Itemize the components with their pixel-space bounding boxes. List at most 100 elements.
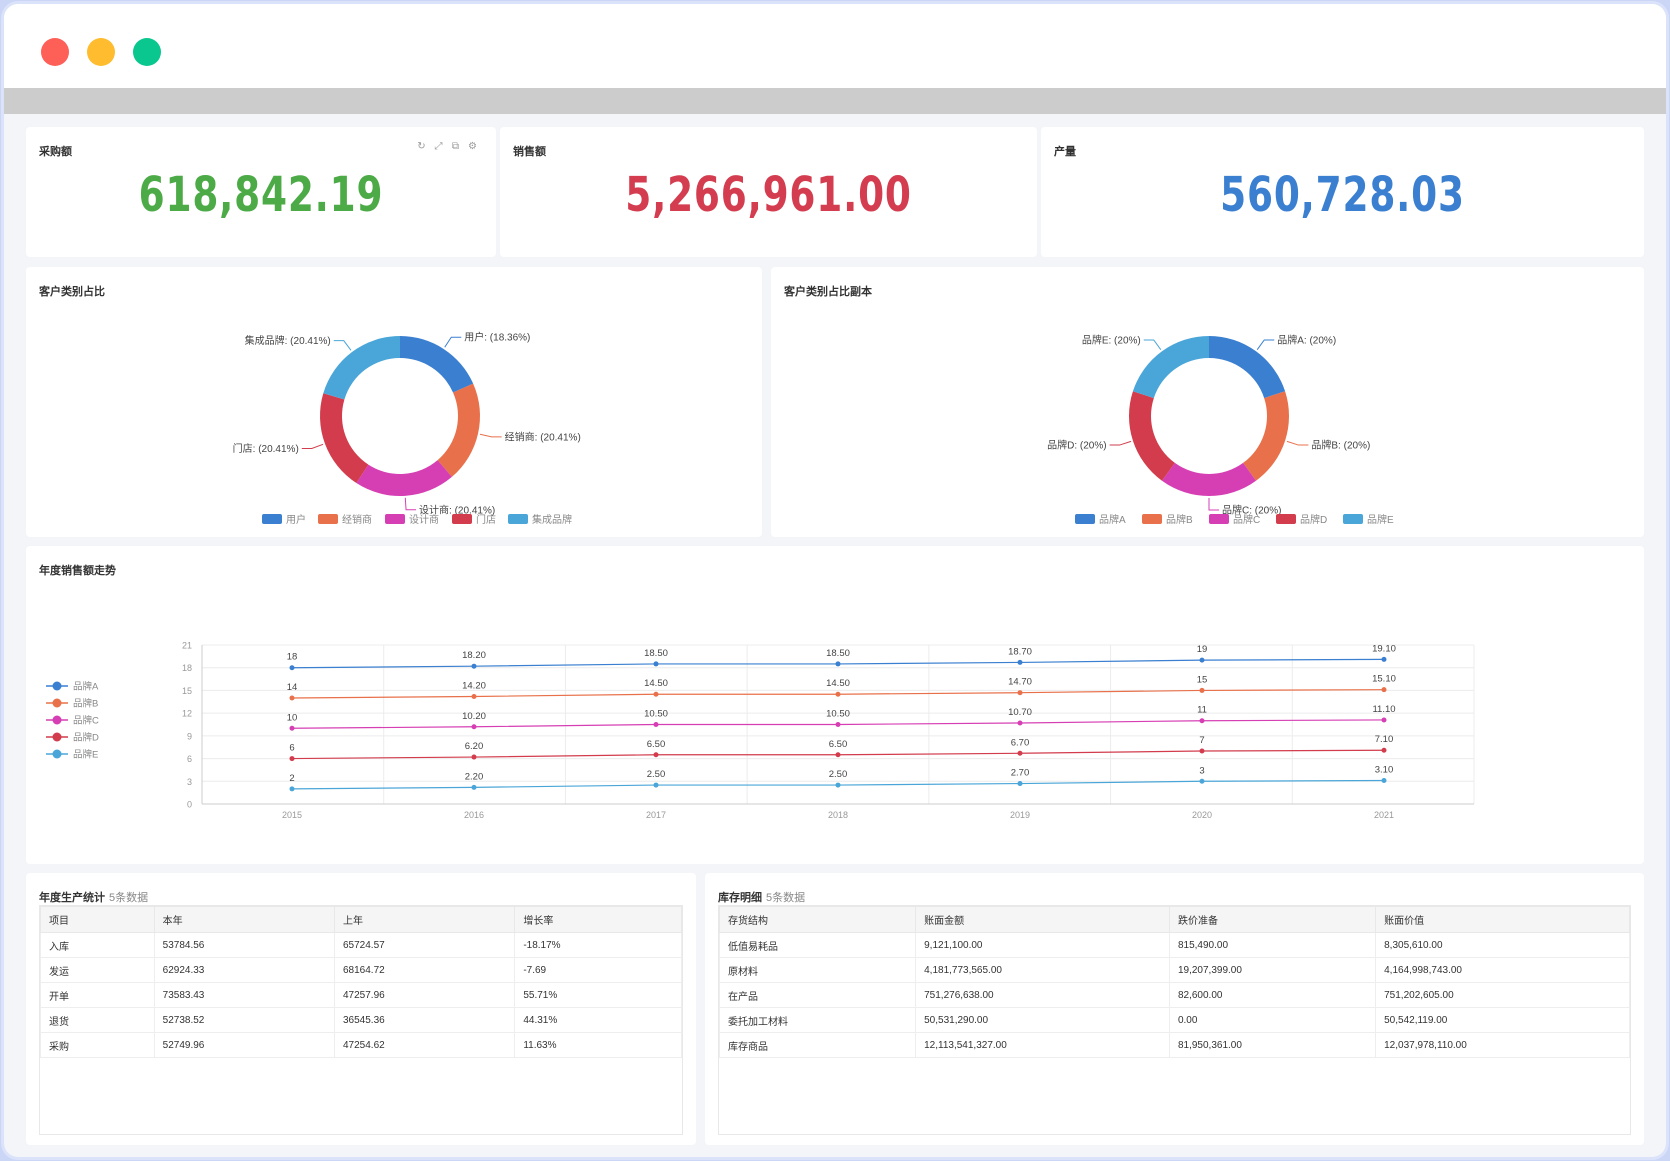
- table-row-count: 5条数据: [109, 892, 149, 904]
- legend-label: 品牌D: [1300, 513, 1327, 526]
- data-label: 2.50: [647, 769, 666, 780]
- data-point: [835, 752, 841, 758]
- kpi-card-purchase: 采购额 ↻ ⤢ ⧉ ⚙ 618,842.19: [26, 127, 496, 257]
- table-cell: 8,305,610.00: [1375, 932, 1630, 958]
- table-row[interactable]: 委托加工材料 50,531,290.00 0.00 50,542,119.00: [718, 1007, 1630, 1033]
- leader-line: [404, 497, 417, 511]
- expand-icon[interactable]: ⤢: [433, 141, 444, 152]
- data-label: 15: [1197, 674, 1208, 685]
- table-row[interactable]: 退货 52738.52 36545.36 44.31%: [40, 1007, 682, 1033]
- data-point: [653, 661, 659, 667]
- data-label: 11.10: [1372, 704, 1395, 715]
- legend-marker: [52, 715, 62, 725]
- x-tick-label: 2015: [282, 810, 302, 820]
- data-label: 10.50: [826, 709, 850, 720]
- legend-label: 品牌B: [1166, 513, 1193, 526]
- table-cell: 退货: [40, 1007, 155, 1033]
- table-row[interactable]: 入库 53784.56 65724.57 -18.17%: [40, 932, 682, 958]
- data-label: 18: [287, 652, 298, 663]
- legend-label: 品牌D: [73, 732, 99, 744]
- y-tick-label: 15: [182, 686, 192, 696]
- minimize-window-button[interactable]: [87, 38, 115, 66]
- table-row[interactable]: 原材料 4,181,773,565.00 19,207,399.00 4,164,99…: [718, 957, 1630, 983]
- table-cell: 采购: [40, 1032, 155, 1058]
- data-label: 6.50: [647, 739, 666, 750]
- legend-swatch: [1343, 514, 1363, 524]
- table-row[interactable]: 采购 52749.96 47254.62 11.63%: [40, 1032, 682, 1058]
- slice-label: 经销商: (20.41%): [505, 430, 581, 443]
- table-cell: 65724.57: [333, 932, 516, 958]
- column-header[interactable]: 上年: [333, 906, 516, 933]
- column-header[interactable]: 存货结构: [718, 906, 917, 933]
- table-cell: 47254.62: [333, 1032, 516, 1058]
- leader-line: [301, 443, 324, 449]
- inventory-table: 存货结构 账面金额 跌价准备 账面价值 低值易耗品 9,121,100.00 815,49…: [718, 906, 1630, 1058]
- column-header[interactable]: 项目: [40, 906, 155, 933]
- kpi-value: 618,842.19: [138, 167, 384, 223]
- table-row[interactable]: 库存商品 12,113,541,327.00 81,950,361.00 12,037…: [718, 1032, 1630, 1058]
- legend-label: 经销商: [342, 513, 372, 526]
- data-point: [1017, 690, 1023, 696]
- table-cell: 82,600.00: [1168, 982, 1377, 1008]
- table-title: 年度生产统计 5条数据: [39, 892, 149, 904]
- kpi-value: 560,728.03: [1220, 167, 1465, 223]
- leader-line: [333, 340, 352, 351]
- copy-icon[interactable]: ⧉: [450, 141, 461, 152]
- donut-card-customer-copy: 客户类别占比副本 品牌A: (20%) 品牌B: (20%) 品牌C: (20%) 品…: [771, 267, 1644, 537]
- leader-line: [444, 336, 462, 348]
- donut-slice: [1129, 391, 1175, 481]
- legend-label: 品牌A: [73, 681, 99, 693]
- table-cell: 751,202,605.00: [1375, 982, 1630, 1008]
- donut-slice: [323, 336, 400, 400]
- data-point: [289, 786, 295, 792]
- line-chart: 0 3 6 9 12 15 18 21 2015 2016 2017 2018 2019 2020 2021…: [46, 641, 1475, 820]
- column-header[interactable]: 账面金额: [915, 906, 1170, 933]
- legend-label: 设计商: [409, 513, 439, 526]
- table-row[interactable]: 发运 62924.33 68164.72 -7.69: [40, 957, 682, 983]
- table-cell: 68164.72: [333, 957, 516, 983]
- x-tick-label: 2017: [646, 810, 666, 820]
- column-header[interactable]: 本年: [153, 906, 335, 933]
- table-cell: 原材料: [718, 957, 917, 983]
- table-cell: 44.31%: [514, 1007, 682, 1033]
- table-row[interactable]: 低值易耗品 9,121,100.00 815,490.00 8,305,610.00: [718, 932, 1630, 958]
- data-label: 6.50: [829, 739, 848, 750]
- data-point: [1381, 687, 1387, 693]
- donut-slice: [356, 460, 452, 496]
- data-point: [471, 693, 477, 699]
- column-header[interactable]: 增长率: [514, 906, 682, 933]
- gear-icon[interactable]: ⚙: [467, 141, 478, 152]
- legend-label: 品牌B: [73, 698, 98, 710]
- inventory-table-card: 库存明细 5条数据 存货结构 账面金额 跌价准备 账面价值 低值易耗品 9,121,100…: [705, 873, 1644, 1145]
- data-point: [471, 784, 477, 790]
- table-cell: 36545.36: [333, 1007, 516, 1033]
- refresh-icon[interactable]: ↻: [416, 141, 427, 152]
- data-point: [1381, 778, 1387, 784]
- donut-slice: [1243, 391, 1289, 481]
- column-header[interactable]: 账面价值: [1375, 906, 1630, 933]
- data-point: [1017, 781, 1023, 787]
- table-cell: 9,121,100.00: [915, 932, 1170, 958]
- close-window-button[interactable]: [41, 38, 69, 66]
- legend-label: 品牌A: [1099, 513, 1126, 526]
- table-cell: 751,276,638.00: [915, 982, 1170, 1008]
- table-cell: 库存商品: [718, 1032, 917, 1058]
- table-cell: 11.63%: [514, 1032, 682, 1058]
- legend-marker: [52, 749, 62, 759]
- table-row[interactable]: 在产品 751,276,638.00 82,600.00 751,202,605.00: [718, 982, 1630, 1008]
- data-point: [1017, 659, 1023, 665]
- data-label: 10.70: [1008, 707, 1032, 718]
- column-header[interactable]: 跌价准备: [1168, 906, 1377, 933]
- data-point: [835, 691, 841, 697]
- table-cell: 委托加工材料: [718, 1007, 917, 1033]
- leader-line: [1143, 339, 1162, 350]
- leader-line: [1208, 498, 1219, 511]
- data-point: [1017, 720, 1023, 726]
- donut-slice: [400, 336, 474, 393]
- production-table-card: 年度生产统计 5条数据 项目 本年 上年 增长率 入库 53784.56 65724.57-…: [26, 873, 696, 1145]
- maximize-window-button[interactable]: [133, 38, 161, 66]
- table-cell: 12,113,541,327.00: [915, 1032, 1170, 1058]
- data-label: 2.20: [465, 771, 484, 782]
- table-cell: 50,542,119.00: [1375, 1007, 1630, 1033]
- table-row[interactable]: 开单 73583.43 47257.96 55.71%: [40, 982, 682, 1008]
